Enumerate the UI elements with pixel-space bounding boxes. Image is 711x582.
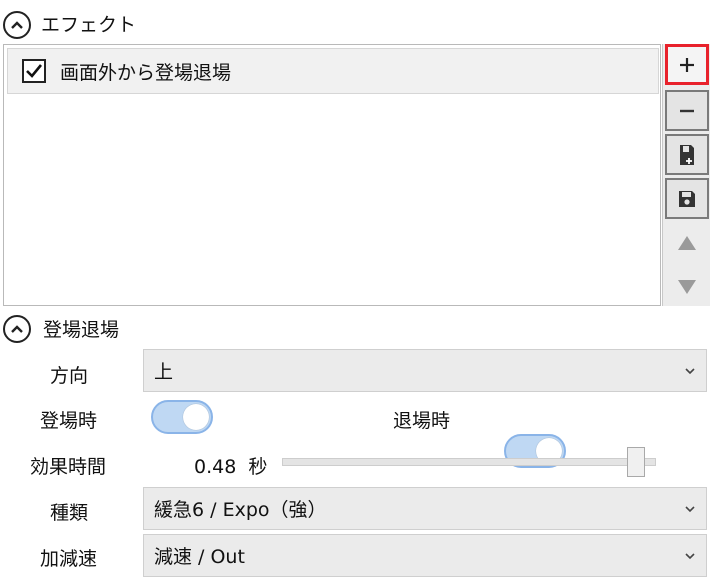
easing-label: 加減速 — [40, 548, 98, 570]
checkmark-icon — [26, 64, 43, 78]
kind-dropdown[interactable]: 緩急6 / Expo（強） — [143, 487, 707, 530]
plus-icon — [680, 57, 694, 72]
duration-label: 効果時間 — [30, 456, 107, 478]
move-up-button[interactable] — [665, 222, 709, 263]
chevron-up-icon — [11, 325, 23, 333]
effect-enabled-checkbox[interactable] — [22, 59, 46, 83]
save-icon — [679, 190, 695, 207]
triangle-down-icon — [678, 279, 696, 294]
chevron-up-icon — [11, 21, 23, 29]
duration-unit: 秒 — [248, 456, 268, 478]
minus-icon — [680, 109, 694, 112]
kind-label: 種類 — [50, 502, 89, 524]
easing-value: 減速 / Out — [154, 546, 245, 568]
collapse-appear-exit-button[interactable] — [3, 315, 31, 343]
load-preset-button[interactable] — [665, 134, 709, 175]
chevron-down-icon — [685, 367, 695, 374]
effects-list[interactable]: 画面外から登場退場 — [3, 44, 661, 306]
save-preset-button[interactable] — [665, 178, 709, 219]
easing-dropdown[interactable]: 減速 / Out — [143, 534, 707, 577]
chevron-down-icon — [685, 505, 695, 512]
kind-value: 緩急6 / Expo（強） — [154, 499, 327, 521]
preset-add-icon — [680, 144, 694, 165]
duration-value: 0.48 — [194, 456, 237, 478]
toggle-knob — [183, 404, 209, 430]
chevron-down-icon — [685, 552, 695, 559]
appear-label: 登場時 — [40, 410, 98, 432]
duration-slider-thumb[interactable] — [627, 447, 646, 477]
direction-value: 上 — [154, 361, 174, 383]
effects-section-title: エフェクト — [41, 14, 137, 36]
remove-effect-button[interactable] — [665, 90, 709, 131]
duration-slider-track[interactable] — [282, 458, 656, 466]
appear-exit-section-title: 登場退場 — [43, 319, 120, 341]
triangle-up-icon — [678, 235, 696, 250]
duration-readout: 0.48 秒 — [194, 452, 267, 479]
effect-name: 画面外から登場退場 — [60, 61, 232, 84]
direction-label: 方向 — [50, 365, 89, 387]
exit-label: 退場時 — [393, 410, 451, 432]
effect-list-item[interactable]: 画面外から登場退場 — [7, 48, 659, 94]
direction-dropdown[interactable]: 上 — [143, 349, 707, 392]
move-down-button[interactable] — [665, 266, 709, 307]
appear-toggle[interactable] — [151, 400, 213, 434]
collapse-effects-button[interactable] — [3, 11, 31, 39]
add-effect-button[interactable] — [665, 44, 709, 85]
effects-side-toolbar — [662, 44, 710, 306]
